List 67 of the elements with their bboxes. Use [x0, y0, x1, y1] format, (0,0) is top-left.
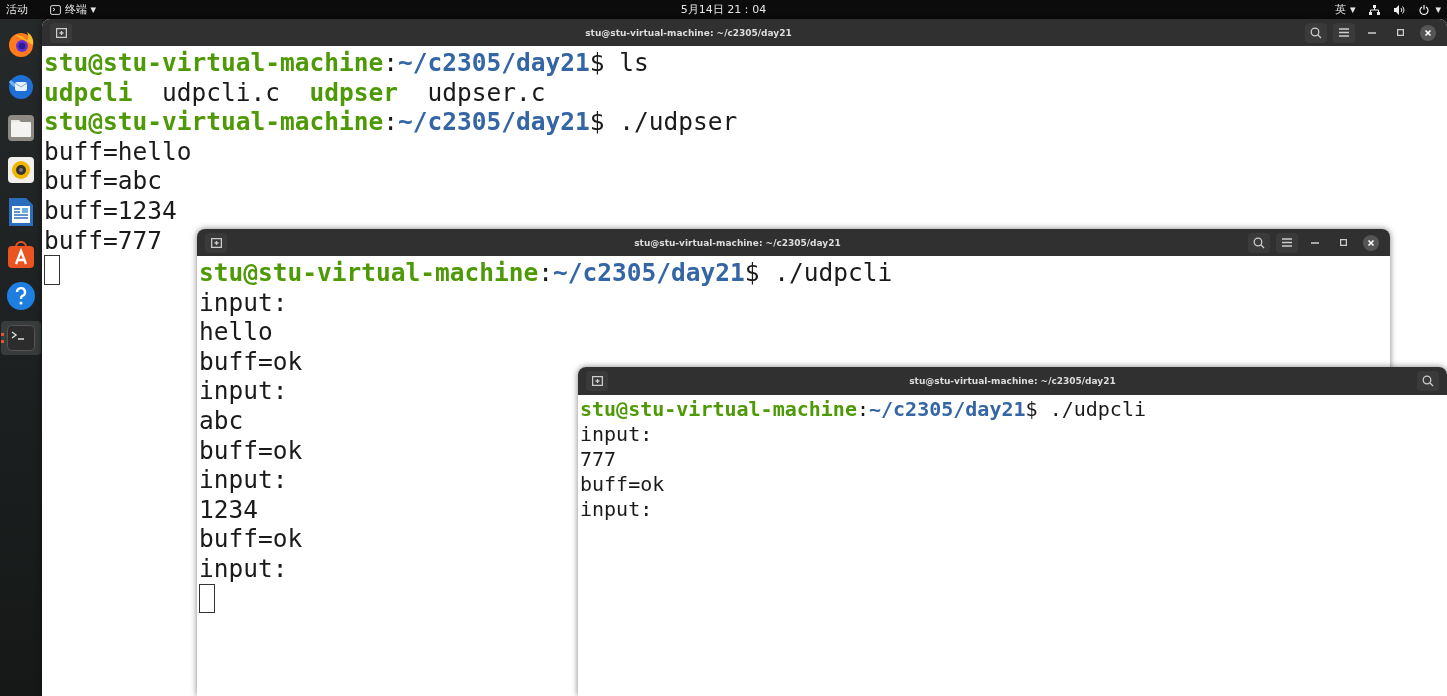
app-menu[interactable]: 终端 ▾ [65, 2, 97, 17]
terminal-line: input: [199, 287, 288, 318]
input-method-menu[interactable]: 英 ▾ [1335, 2, 1356, 17]
document-icon [8, 197, 34, 227]
terminal-line: stu@stu-virtual-machine:~/c2305/day21$ ./udpser [44, 107, 738, 137]
terminal-line: input: [580, 422, 653, 447]
terminal-line: abc [199, 405, 244, 436]
minimize-icon [1311, 241, 1319, 244]
maximize-icon [1339, 239, 1347, 246]
new-tab-icon [591, 376, 603, 386]
new-tab-button[interactable] [205, 232, 227, 253]
terminal-line: hello [199, 317, 273, 347]
network-icon [1369, 4, 1381, 15]
new-tab-icon [210, 237, 222, 248]
shopping-bag-icon [7, 239, 35, 269]
terminal-line: 777 [580, 447, 617, 472]
running-indicator [1, 333, 4, 343]
folder-icon [7, 114, 35, 142]
new-tab-button[interactable] [50, 22, 72, 43]
power-icon [1419, 4, 1430, 15]
volume-icon [1394, 4, 1406, 15]
clock[interactable]: 5月14日 21：04 [680, 2, 767, 17]
terminal-line: input: [199, 376, 288, 406]
close-icon [1420, 24, 1436, 41]
terminal-line: buff=1234 [44, 195, 177, 226]
menu-icon [1282, 238, 1292, 247]
window-title: stu@stu-virtual-machine: ~/c2305/day21 [908, 376, 1117, 386]
close-icon [1363, 234, 1379, 251]
close-button[interactable] [1417, 22, 1439, 43]
terminal-line: buff=777 [44, 225, 162, 256]
terminal-icon [50, 4, 61, 15]
terminal-line: input: [199, 465, 288, 495]
window-title: stu@stu-virtual-machine: ~/c2305/day21 [633, 237, 842, 248]
terminal-line: buff=ok [580, 472, 665, 497]
activities-button[interactable]: 活动 [6, 2, 28, 17]
terminal-line: buff=ok [199, 346, 303, 377]
terminal-line: 1234 [199, 494, 258, 525]
terminal-line: input: [580, 497, 653, 522]
system-menu-caret[interactable]: ▾ [1435, 3, 1441, 16]
terminal-line: buff=abc [44, 166, 162, 196]
fox-icon [6, 29, 36, 59]
search-icon [1253, 236, 1265, 249]
terminal-line: udpcli udpcli.c udpser udpser.c [44, 77, 546, 108]
terminal-line: input: [199, 553, 288, 584]
window-title: stu@stu-virtual-machine: ~/c2305/day21 [584, 27, 793, 38]
new-tab-button[interactable] [586, 371, 608, 391]
search-icon [1422, 375, 1434, 387]
new-tab-icon [55, 27, 67, 38]
terminal-line: buff=hello [44, 136, 192, 167]
terminal-line: stu@stu-virtual-machine:~/c2305/day21$ ./udpcli [580, 397, 1146, 422]
terminal-line: buff=ok [199, 524, 303, 554]
menu-button[interactable] [1333, 22, 1355, 43]
search-button[interactable] [1305, 22, 1327, 43]
help-icon [6, 281, 36, 311]
menu-icon [1339, 28, 1349, 37]
terminal-line: buff=ok [199, 435, 303, 466]
maximize-icon [1396, 29, 1404, 36]
terminal-line: stu@stu-virtual-machine:~/c2305/day21$ ./udpcli [199, 258, 893, 288]
speaker-icon [7, 156, 35, 184]
close-button[interactable] [1360, 232, 1382, 253]
minimize-icon [1368, 31, 1376, 34]
search-icon [1310, 26, 1322, 39]
search-button[interactable] [1248, 232, 1270, 253]
search-button[interactable] [1417, 371, 1439, 391]
terminal-icon [7, 325, 35, 351]
menu-button[interactable] [1276, 232, 1298, 253]
terminal-line: stu@stu-virtual-machine:~/c2305/day21$ ls [44, 48, 649, 78]
